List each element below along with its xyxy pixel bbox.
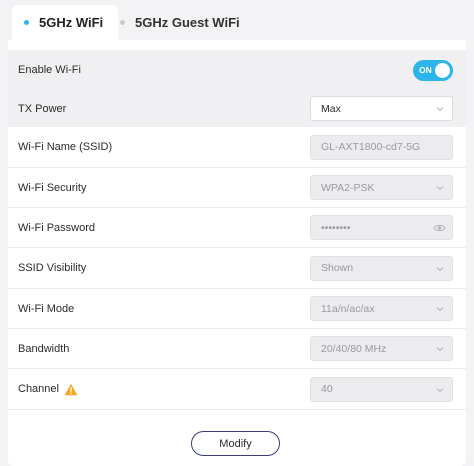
- channel-select[interactable]: 40: [310, 376, 453, 402]
- tab-5ghz-guest-wifi[interactable]: 5GHz Guest WiFi: [120, 5, 240, 40]
- enable-wifi-label: Enable Wi-Fi: [18, 64, 81, 76]
- chevron-down-icon: [436, 266, 444, 271]
- chevron-down-icon: [436, 307, 444, 312]
- wifi-mode-label: Wi-Fi Mode: [18, 302, 75, 315]
- ssid-visibility-select[interactable]: Shown: [310, 255, 453, 281]
- tab-5ghz-wifi-label: 5GHz WiFi: [39, 15, 104, 30]
- security-select[interactable]: WPA2-PSK: [310, 175, 453, 200]
- enable-wifi-toggle[interactable]: ON: [413, 59, 453, 81]
- ssid-input[interactable]: GL-AXT1800-cd7-5G: [310, 134, 453, 160]
- password-value: ••••••••: [321, 221, 351, 234]
- chevron-down-icon: [436, 107, 444, 112]
- toggle-knob: [435, 62, 450, 78]
- band-tabs: 5GHz WiFi 5GHz Guest WiFi: [0, 0, 474, 40]
- eye-icon[interactable]: [433, 222, 446, 234]
- modify-button[interactable]: Modify: [191, 431, 280, 456]
- channel-label-group: Channel: [18, 383, 78, 396]
- tx-power-select[interactable]: Max: [310, 96, 453, 121]
- password-input[interactable]: ••••••••: [310, 215, 453, 240]
- bandwidth-label: Bandwidth: [18, 342, 70, 355]
- chevron-down-icon: [436, 347, 444, 352]
- security-value: WPA2-PSK: [321, 181, 375, 194]
- password-label: Wi-Fi Password: [18, 221, 96, 234]
- wifi-mode-value: 11a/n/ac/ax: [321, 302, 375, 315]
- wifi-settings-panel: Enable Wi-Fi ON TX Power Max Wi-Fi Name …: [8, 40, 466, 466]
- active-dot-icon: [24, 20, 29, 25]
- ssid-visibility-value: Shown: [321, 262, 354, 274]
- channel-value: 40: [321, 383, 333, 395]
- wifi-mode-select[interactable]: 11a/n/ac/ax: [310, 296, 453, 321]
- password-row: Wi-Fi Password ••••••••: [8, 208, 466, 248]
- ssid-visibility-label: SSID Visibility: [18, 262, 87, 274]
- ssid-label: Wi-Fi Name (SSID): [18, 141, 113, 153]
- channel-label: Channel: [18, 383, 59, 395]
- enable-wifi-row: Enable Wi-Fi ON: [8, 50, 466, 90]
- bandwidth-value: 20/40/80 MHz: [321, 342, 387, 355]
- wifi-mode-row: Wi-Fi Mode 11a/n/ac/ax: [8, 289, 466, 329]
- tx-power-value: Max: [321, 102, 341, 115]
- ssid-row: Wi-Fi Name (SSID) GL-AXT1800-cd7-5G: [8, 127, 466, 168]
- chevron-down-icon: [436, 387, 444, 392]
- tx-power-label: TX Power: [18, 102, 67, 115]
- tab-5ghz-guest-wifi-label: 5GHz Guest WiFi: [135, 15, 240, 30]
- tx-power-row: TX Power Max: [8, 90, 466, 127]
- warning-icon[interactable]: [64, 383, 78, 396]
- inactive-dot-icon: [120, 20, 125, 25]
- bandwidth-select[interactable]: 20/40/80 MHz: [310, 336, 453, 361]
- ssid-visibility-row: SSID Visibility Shown: [8, 248, 466, 289]
- bandwidth-row: Bandwidth 20/40/80 MHz: [8, 329, 466, 369]
- ssid-value: GL-AXT1800-cd7-5G: [321, 141, 421, 153]
- tab-5ghz-wifi[interactable]: 5GHz WiFi: [12, 5, 118, 40]
- security-label: Wi-Fi Security: [18, 181, 87, 194]
- toggle-state-label: ON: [419, 65, 432, 75]
- channel-row: Channel 40: [8, 369, 466, 410]
- chevron-down-icon: [436, 186, 444, 191]
- security-row: Wi-Fi Security WPA2-PSK: [8, 168, 466, 208]
